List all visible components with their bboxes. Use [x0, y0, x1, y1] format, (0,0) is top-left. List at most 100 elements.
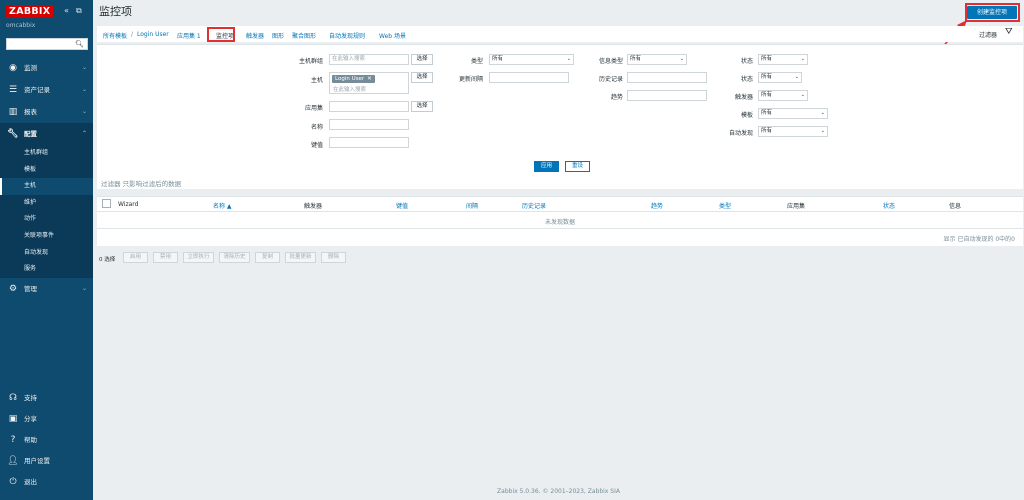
submenu-hosts[interactable]: 主机 [0, 178, 93, 195]
header-divider [97, 211, 1023, 212]
configuration-submenu: 主机群组 模板 主机 维护 动作 关联项事件 自动发现 服务 [0, 145, 93, 278]
submenu-templates[interactable]: 模板 [0, 162, 93, 179]
history-input[interactable] [627, 72, 707, 83]
nav-web-scenarios[interactable]: Web 场景 [379, 31, 406, 40]
kiosk-mode-icon[interactable]: ⧉ [76, 6, 82, 16]
filter-icon[interactable]: ⛛ [1005, 27, 1013, 37]
submenu-host-groups[interactable]: 主机群组 [0, 145, 93, 162]
menu-item-support[interactable]: ☊ 支持 [0, 388, 93, 409]
breadcrumb-nav: 所有模板 / Login User 应用集 1 监控项 触发器 图形 聚合图形 … [97, 26, 1023, 42]
chevron-down-icon: ⌄ [820, 128, 825, 134]
collapse-sidebar-icon[interactable]: « [64, 6, 69, 15]
main-content: 监控项 创建监控项 所有模板 / Login User 应用集 1 监控项 触发… [93, 0, 1024, 500]
column-history[interactable]: 历史记录 [522, 201, 546, 210]
submenu-maintenance[interactable]: 维护 [0, 195, 93, 212]
triggers-select[interactable]: 所有 ⌄ [758, 90, 808, 101]
menu-item-help[interactable]: ? 帮助 [0, 430, 93, 451]
select-all-checkbox[interactable] [102, 199, 111, 208]
chevron-down-icon: ⌄ [81, 64, 87, 71]
nav-aggregate-graphs[interactable]: 聚合图形 [292, 31, 316, 40]
discovery-label: 自动发现 [728, 130, 753, 137]
filter-tab[interactable]: 过滤器 [979, 30, 997, 39]
chevron-down-icon: ⌄ [566, 56, 571, 62]
application-select-button[interactable]: 选择 [411, 101, 433, 112]
trends-label: 趋势 [610, 94, 623, 101]
info-type-select-value: 所有 [630, 56, 642, 62]
template-select[interactable]: 所有 ⌄ [758, 108, 828, 119]
enable-button[interactable]: 启用 [123, 252, 148, 263]
disable-button[interactable]: 禁用 [153, 252, 178, 263]
type-select[interactable]: 所有 ⌄ [489, 54, 574, 65]
chevron-down-icon: ⌄ [81, 108, 87, 115]
nav-triggers[interactable]: 触发器 [246, 31, 264, 40]
menu-item-configuration[interactable]: 🔧︎ 配置 ⌃ [0, 123, 93, 145]
chevron-down-icon: ⌄ [800, 56, 805, 62]
menu-item-sign-out[interactable]: ⏻ 退出 [0, 472, 93, 493]
menu-item-inventory[interactable]: ☰ 资产记录 ⌄ [0, 79, 93, 101]
column-info: 信息 [949, 203, 962, 210]
menu-label: 资产记录 [24, 86, 50, 94]
chevron-down-icon: ⌄ [794, 74, 799, 80]
name-input[interactable] [329, 119, 409, 130]
column-interval[interactable]: 间隔 [466, 201, 478, 210]
mass-update-button[interactable]: 批量更新 [285, 252, 316, 263]
state-select[interactable]: 所有 ⌄ [758, 54, 808, 65]
history-label: 历史记录 [598, 76, 623, 83]
update-interval-input[interactable] [489, 72, 569, 83]
nav-graphs[interactable]: 图形 [272, 31, 284, 40]
column-trends[interactable]: 趋势 [651, 201, 663, 210]
server-name: omcabbix [6, 22, 36, 29]
menu-item-administration[interactable]: ⚙ 管理 ⌄ [0, 278, 93, 300]
reset-button[interactable]: 重设 [565, 161, 590, 172]
state-label: 状态 [740, 58, 753, 65]
triggers-select-value: 所有 [761, 92, 773, 98]
zabbix-logo[interactable]: ZABBIX [6, 5, 54, 18]
share-icon: ▣ [8, 414, 18, 424]
menu-item-reports[interactable]: ▥ 报表 ⌄ [0, 101, 93, 123]
copy-button[interactable]: 复制 [255, 252, 280, 263]
column-status[interactable]: 状态 [883, 201, 895, 210]
items-table: Wizard 名称 ▲ 触发器 键值 间隔 历史记录 趋势 类型 应用集 状态 … [97, 196, 1023, 246]
search-icon[interactable]: 🔍︎ [75, 40, 84, 48]
status-select[interactable]: 所有 ⌄ [758, 72, 802, 83]
application-input[interactable] [329, 101, 409, 112]
menu-item-user-settings[interactable]: 👤︎ 用户设置 [0, 451, 93, 472]
menu-label: 管理 [24, 284, 37, 293]
column-key[interactable]: 键值 [396, 201, 408, 210]
info-type-label: 信息类型 [598, 58, 623, 65]
nav-applications[interactable]: 应用集 1 [177, 31, 201, 40]
submenu-discovery[interactable]: 自动发现 [0, 245, 93, 262]
delete-button[interactable]: 删除 [321, 252, 346, 263]
column-name[interactable]: 名称 ▲ [213, 201, 232, 210]
submenu-event-correlation[interactable]: 关联项事件 [0, 228, 93, 245]
host-chip: Login User ✕ [332, 75, 375, 83]
clear-history-button[interactable]: 清除历史 [219, 252, 250, 263]
nav-host[interactable]: Login User [137, 31, 169, 38]
host-groups-input[interactable]: 在此输入搜索 [329, 54, 409, 65]
discovery-select[interactable]: 所有 ⌄ [758, 126, 828, 137]
chip-remove-icon[interactable]: ✕ [367, 76, 372, 82]
menu-item-share[interactable]: ▣ 分享 [0, 409, 93, 430]
submenu-services[interactable]: 服务 [0, 261, 93, 278]
hosts-select-button[interactable]: 选择 [411, 72, 433, 83]
nav-all-templates[interactable]: 所有模板 [103, 31, 127, 40]
submenu-actions[interactable]: 动作 [0, 211, 93, 228]
no-data-message: 未发现数据 [544, 219, 575, 226]
subfilter-caption: 过滤器 只影响过滤后的数据 [101, 178, 181, 188]
update-interval-label: 更新间隔 [458, 76, 483, 83]
sidebar-search-input[interactable]: 🔍︎ [6, 38, 88, 50]
template-select-value: 所有 [761, 110, 773, 116]
nav-discovery-rules[interactable]: 自动发现规则 [329, 31, 365, 40]
info-type-select[interactable]: 所有 ⌄ [627, 54, 687, 65]
wrench-icon: 🔧︎ [7, 129, 19, 139]
key-input[interactable] [329, 137, 409, 148]
host-groups-label: 主机群组 [298, 58, 323, 65]
apply-button[interactable]: 应用 [534, 161, 559, 172]
trends-input[interactable] [627, 90, 707, 101]
execute-now-button[interactable]: 立即执行 [183, 252, 214, 263]
chevron-down-icon: ⌄ [81, 86, 87, 93]
column-type[interactable]: 类型 [719, 201, 731, 210]
menu-item-monitoring[interactable]: ◉ 监测 ⌄ [0, 57, 93, 79]
hosts-multiselect[interactable]: Login User ✕ 在此输入搜索 [329, 72, 409, 94]
host-groups-select-button[interactable]: 选择 [411, 54, 433, 65]
